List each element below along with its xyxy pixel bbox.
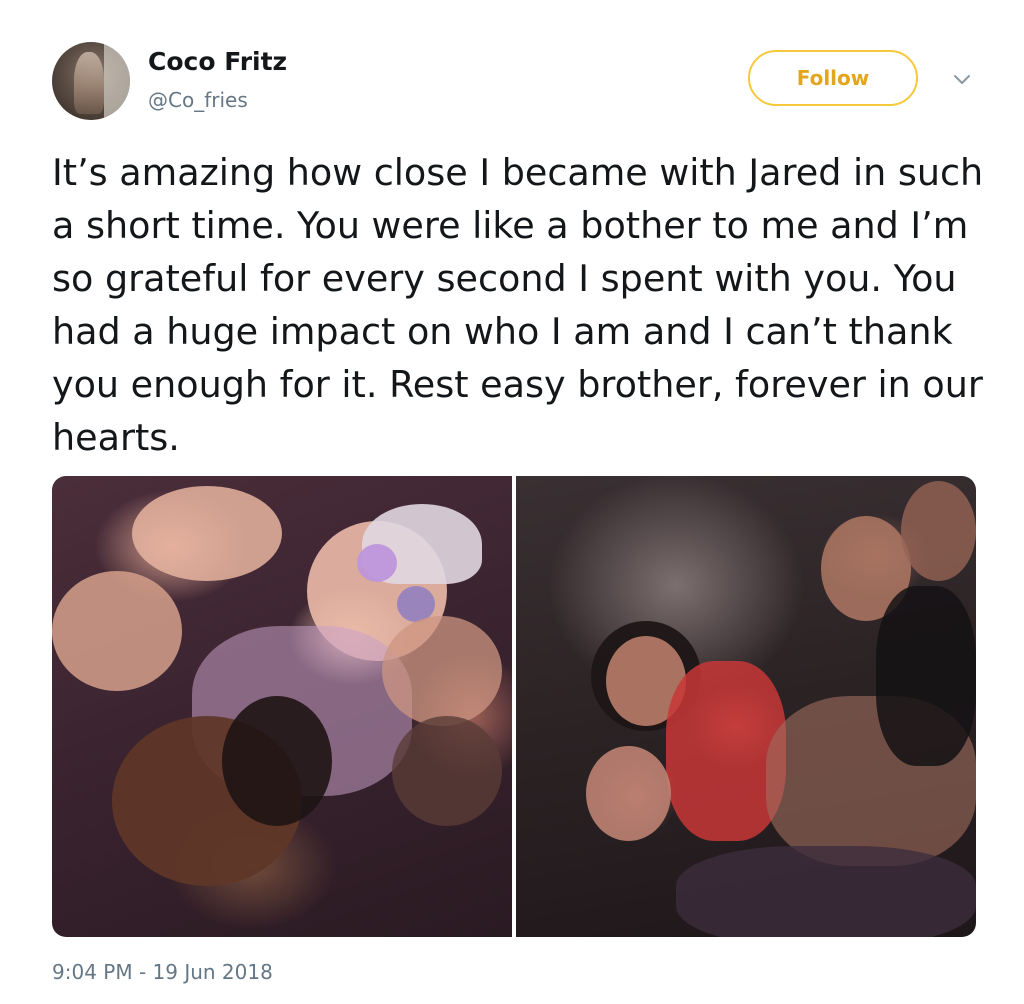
- tweet-card: Coco Fritz @Co_fries Follow It’s amazing…: [0, 0, 1024, 1004]
- photo-group-couch[interactable]: [516, 476, 976, 937]
- blanket-shape: [676, 846, 976, 937]
- hair-shape: [222, 696, 332, 826]
- avatar-figure: [74, 52, 104, 114]
- face-shape: [392, 716, 502, 826]
- tweet-text: It’s amazing how close I became with Jar…: [52, 151, 984, 459]
- face-shape: [382, 616, 502, 726]
- face-shape: [586, 746, 671, 841]
- photo-group-selfie[interactable]: [52, 476, 512, 937]
- sunglasses-shape: [357, 544, 397, 582]
- avatar-background: [104, 42, 130, 120]
- face-shape: [901, 481, 976, 581]
- chevron-down-icon[interactable]: [950, 68, 974, 92]
- shirt-shape: [876, 586, 976, 766]
- follow-button[interactable]: Follow: [748, 50, 918, 106]
- tweet-timestamp[interactable]: 9:04 PM - 19 Jun 2018: [52, 960, 273, 984]
- avatar[interactable]: [52, 42, 130, 120]
- face-shape: [52, 571, 182, 691]
- media-grid: [52, 476, 976, 937]
- author-display-name[interactable]: Coco Fritz: [148, 47, 287, 76]
- author-handle[interactable]: @Co_fries: [148, 88, 248, 112]
- face-shape: [132, 486, 282, 581]
